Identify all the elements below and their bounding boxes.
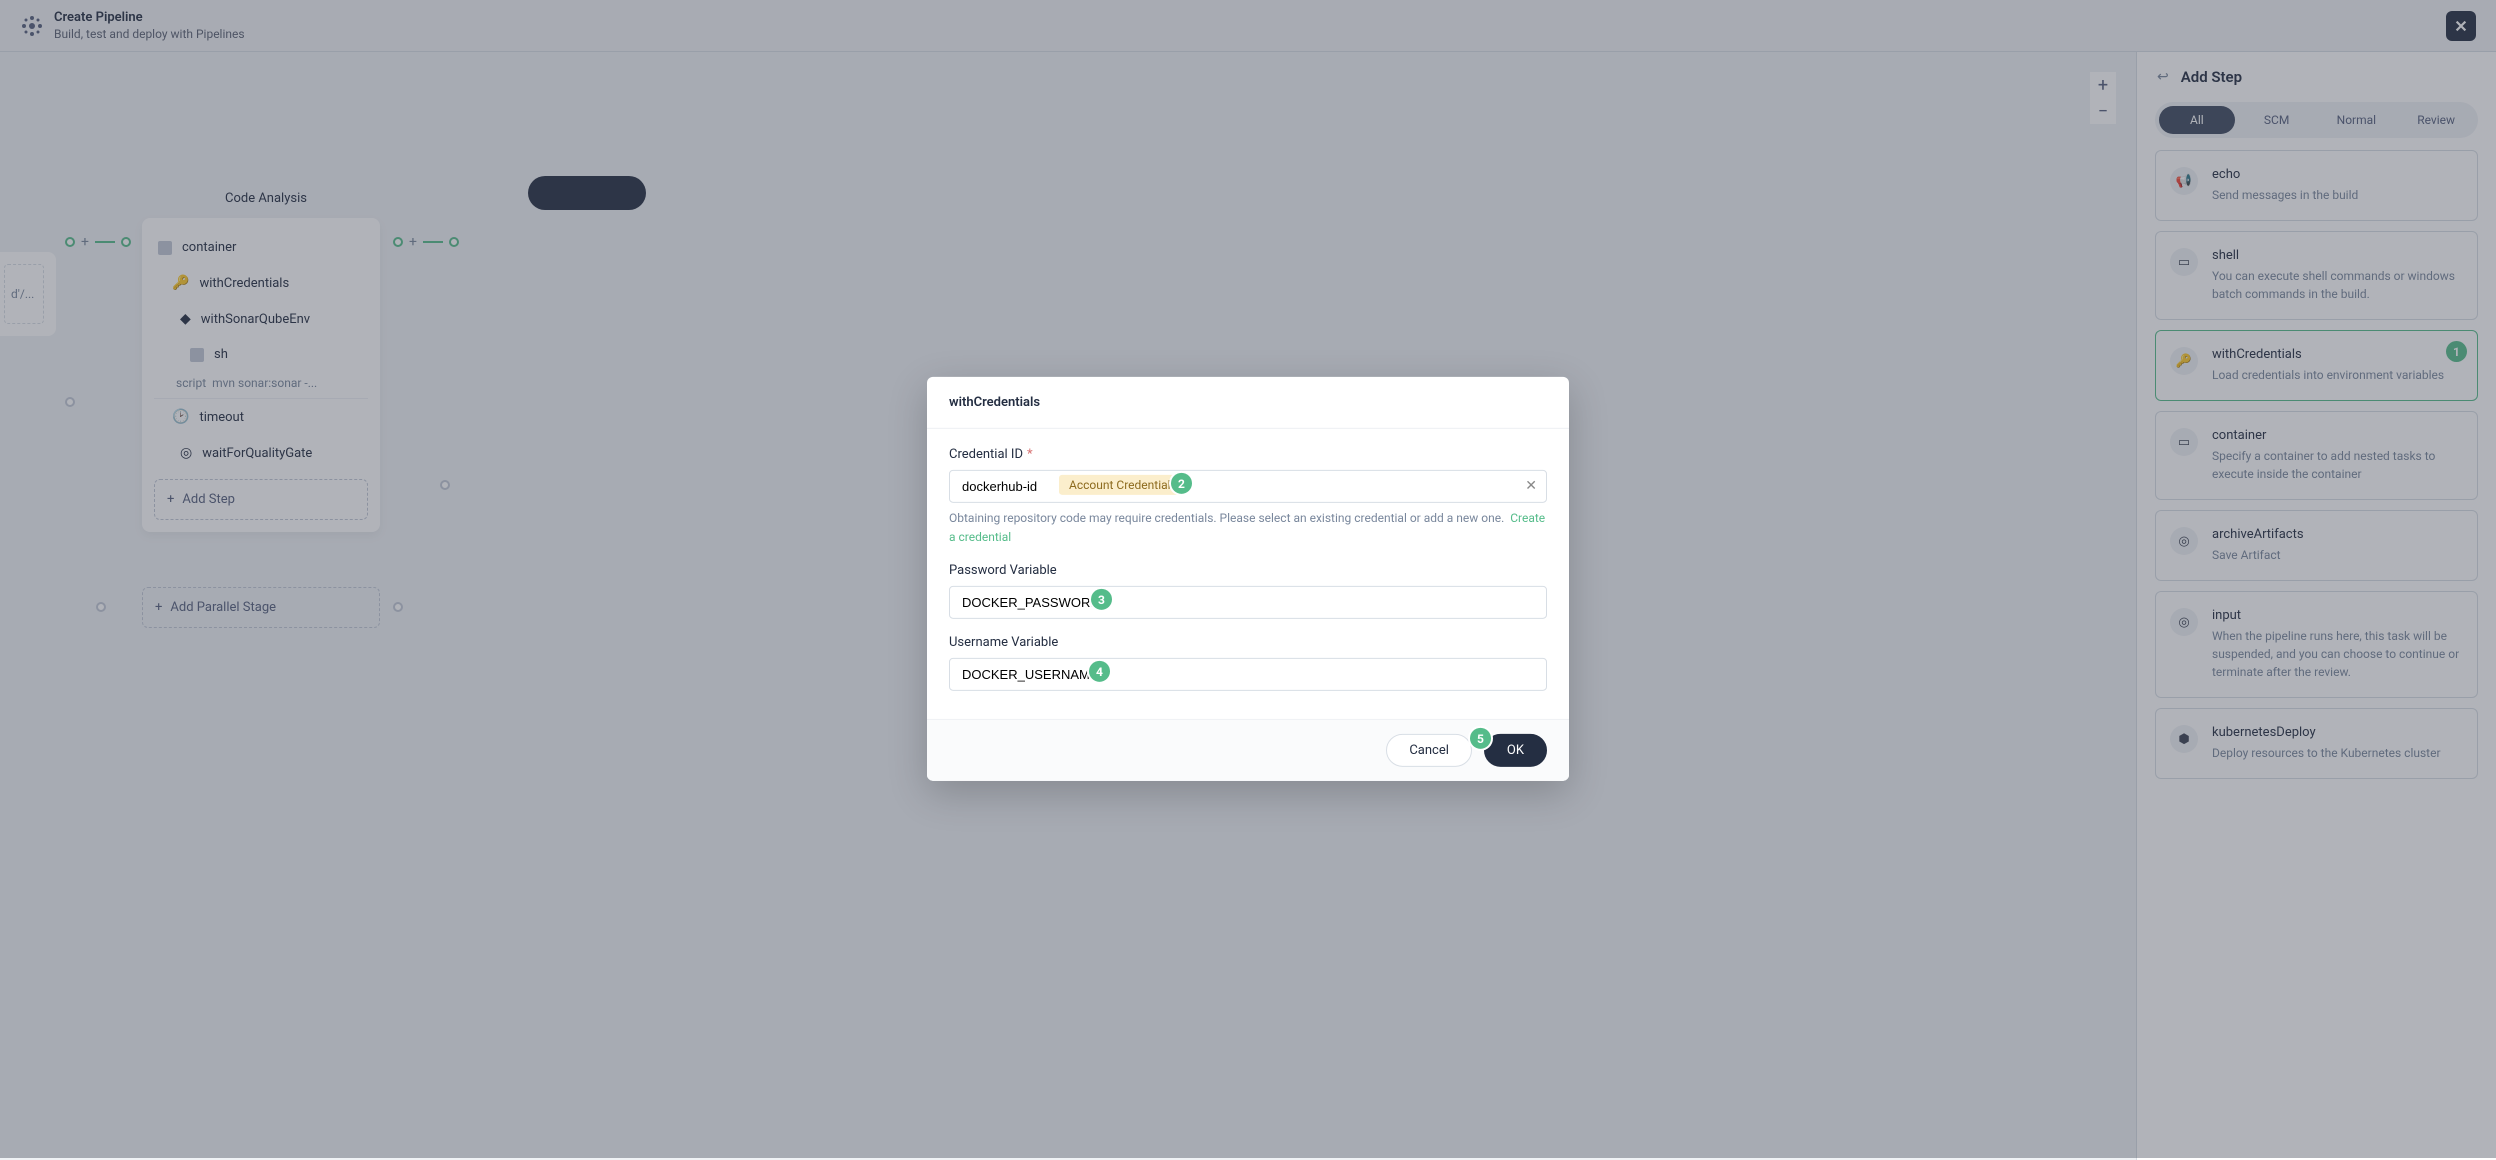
credential-id-input[interactable] xyxy=(949,470,1547,503)
ok-button[interactable]: OK xyxy=(1484,734,1547,767)
credential-id-label: Credential ID* xyxy=(949,447,1547,462)
password-variable-input[interactable] xyxy=(949,586,1547,619)
credential-helper-text: Obtaining repository code may require cr… xyxy=(949,509,1547,547)
clear-icon[interactable]: ✕ xyxy=(1525,478,1537,494)
password-variable-label: Password Variable xyxy=(949,563,1547,578)
username-variable-label: Username Variable xyxy=(949,635,1547,650)
credential-type-badge: Account Credentials xyxy=(1059,475,1187,495)
modal-title: withCredentials xyxy=(927,377,1569,429)
username-variable-input[interactable] xyxy=(949,658,1547,691)
cancel-button[interactable]: Cancel xyxy=(1386,734,1472,767)
annotation-marker-2: 2 xyxy=(1171,473,1192,494)
credentials-modal: withCredentials Credential ID* Account C… xyxy=(927,377,1569,781)
